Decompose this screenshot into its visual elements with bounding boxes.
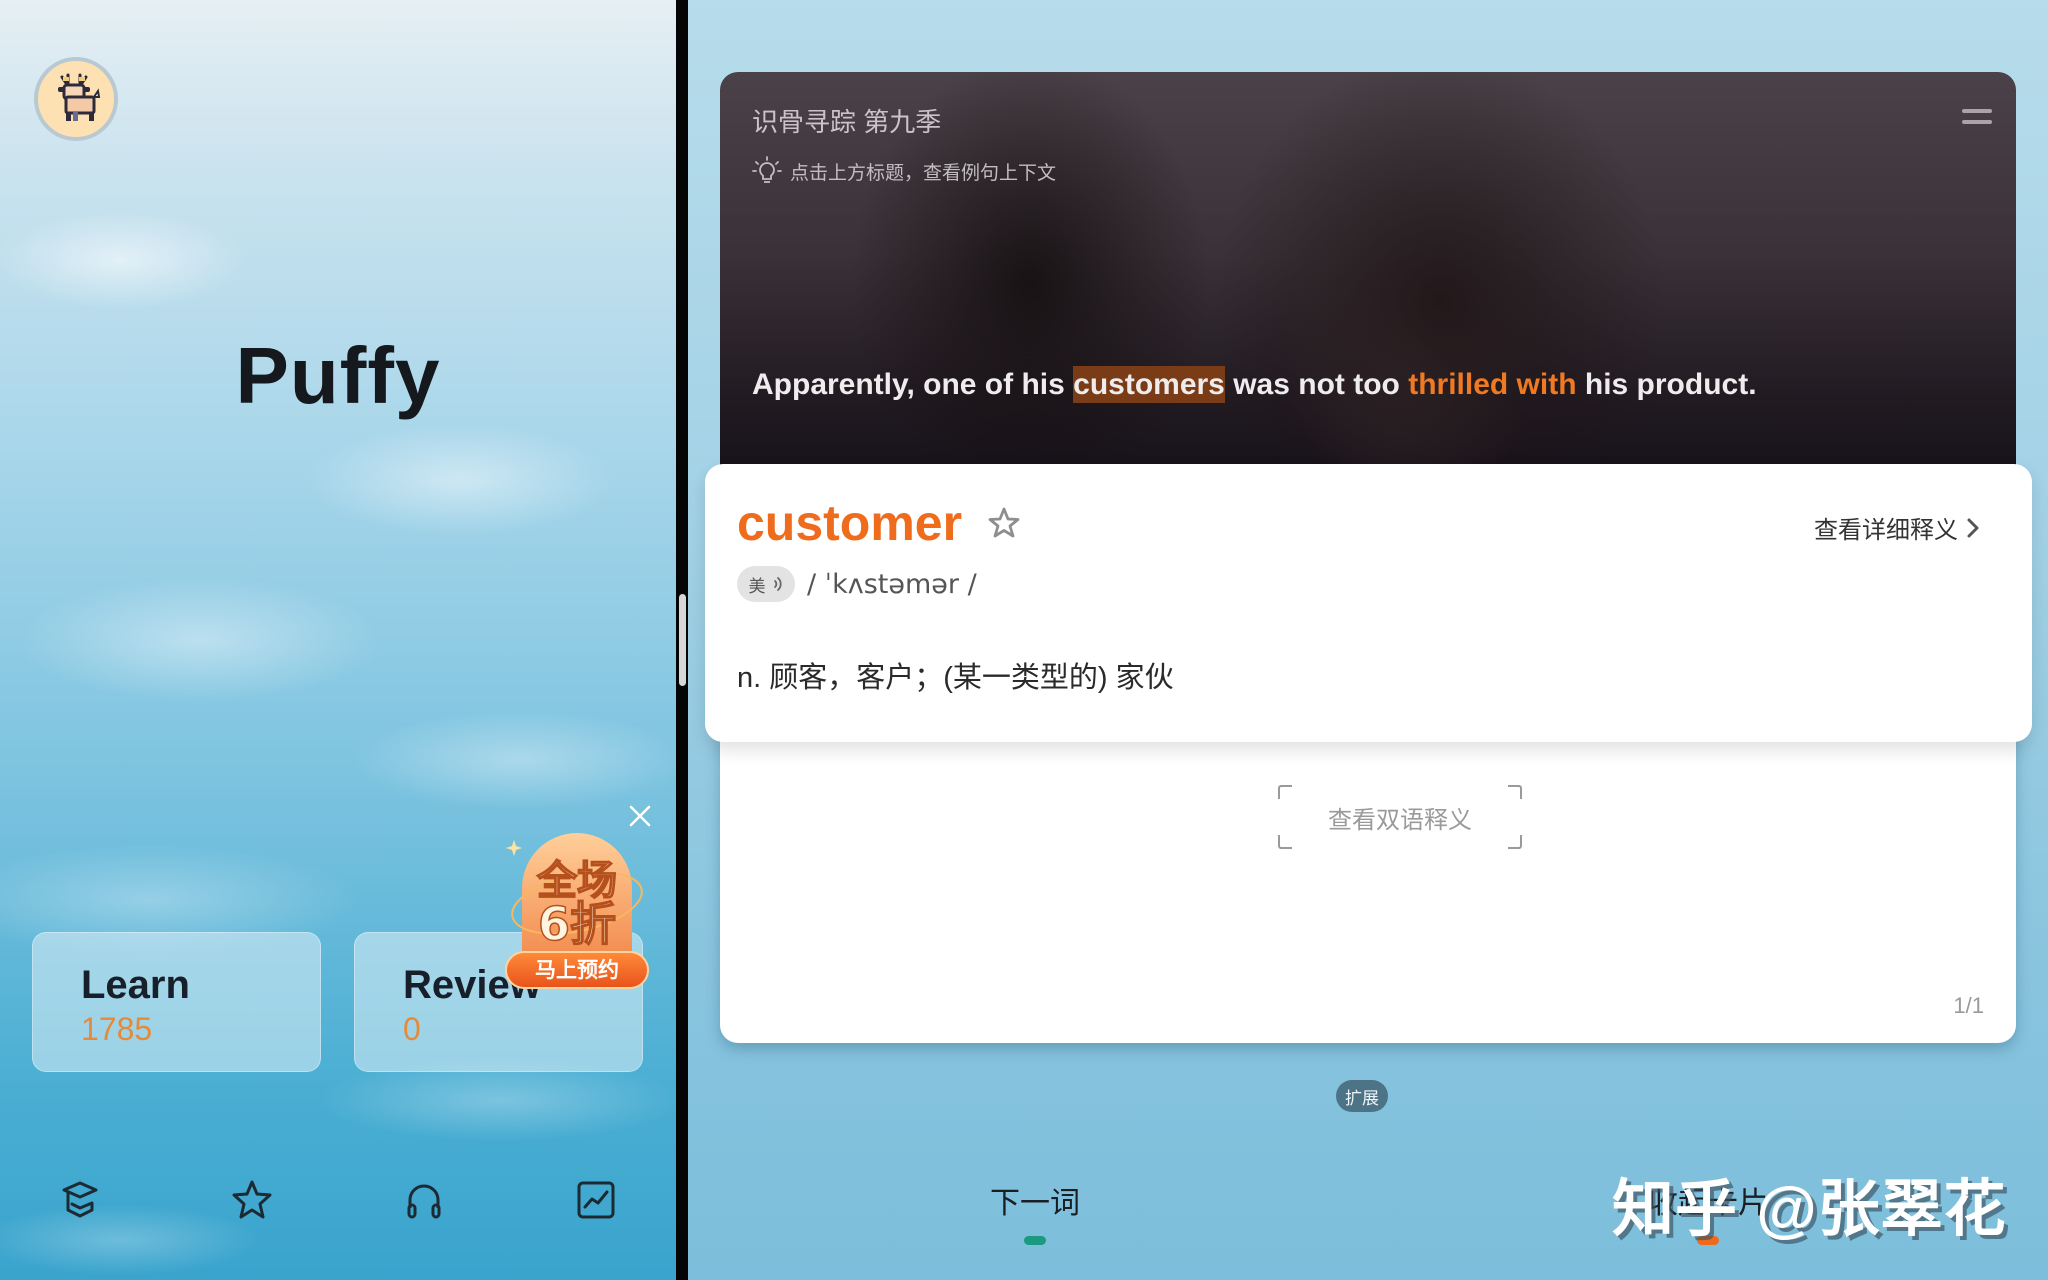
graduation-cap-icon: [62, 1181, 98, 1218]
nav-favorites[interactable]: [228, 1176, 276, 1224]
page-indicator: 1/1: [1953, 993, 1984, 1018]
promo-graphic: 全场 6折 马上预约: [505, 833, 649, 989]
next-word-label: 下一词: [990, 1187, 1080, 1220]
word-card: customer 查看详细释义 美 / ˈkʌstəmər / n. 顾客，客户…: [705, 464, 2032, 742]
sentence-phrase[interactable]: thrilled with: [1408, 368, 1576, 401]
nav-stats[interactable]: [572, 1176, 620, 1224]
learn-card[interactable]: Learn 1785: [32, 932, 321, 1072]
hint-text: 点击上方标题，查看例句上下文: [790, 162, 1057, 184]
video-hint: 点击上方标题，查看例句上下文: [752, 156, 1056, 186]
pronounce-us-button[interactable]: 美: [737, 566, 795, 602]
learn-label: Learn: [81, 963, 190, 1007]
speaker-icon: [773, 577, 782, 591]
headword: customer: [737, 495, 963, 551]
headphones-icon: [407, 1184, 441, 1219]
bilingual-label: 查看双语释义: [1328, 806, 1472, 834]
promo-close-icon[interactable]: [627, 803, 653, 829]
bracket-corner: [1278, 835, 1292, 849]
home-pane: Puffy Learn 1785 Review 0 全场 6折 马上预约: [0, 0, 676, 1280]
example-sentence: Apparently, one of his customers was not…: [752, 366, 1757, 403]
review-count: 0: [403, 1011, 421, 1047]
definition: n. 顾客，客户；(某一类型的) 家伙: [737, 662, 1174, 694]
details-label: 查看详细释义: [1814, 517, 1958, 544]
goat-icon: [58, 73, 101, 121]
app-title: Puffy: [235, 331, 441, 420]
phonetic: / ˈkʌstəmər /: [807, 568, 977, 600]
view-details-link[interactable]: 查看详细释义: [1814, 510, 1980, 545]
sentence-target-word[interactable]: customers: [1073, 366, 1225, 403]
video-title[interactable]: 识骨寻踪 第九季: [752, 102, 941, 139]
learn-count: 1785: [81, 1011, 153, 1047]
lightbulb-icon: [752, 156, 782, 183]
avatar[interactable]: [34, 57, 118, 141]
sentence-part: was not too: [1224, 368, 1409, 401]
bracket-corner: [1278, 785, 1292, 799]
split-handle[interactable]: [679, 594, 686, 686]
promo-cta: 马上预约: [535, 958, 619, 982]
chart-icon: [577, 1181, 615, 1219]
accent-label: 美: [748, 576, 766, 596]
study-pane: 识骨寻踪 第九季 点击上方标题，查看例句上下文 Apparently, one …: [688, 0, 2048, 1280]
pronunciation-row: 美 / ˈkʌstəmər /: [737, 566, 977, 602]
star-icon: [232, 1180, 272, 1219]
next-word-indicator: [1024, 1236, 1046, 1245]
promo-badge[interactable]: 全场 6折 马上预约: [500, 828, 655, 993]
watermark: 知乎 @张翠花: [1612, 1175, 2007, 1244]
card-back: 查看双语释义 1/1: [720, 700, 2016, 1043]
sentence-part: Apparently, one of his: [752, 368, 1074, 401]
sentence-part: his product.: [1576, 368, 1757, 401]
promo-line2: 6折: [538, 897, 616, 951]
next-word-button[interactable]: 下一词: [990, 1178, 1080, 1245]
bilingual-definition-button[interactable]: 查看双语释义: [1278, 785, 1522, 849]
video-context-panel: 识骨寻踪 第九季 点击上方标题，查看例句上下文 Apparently, one …: [720, 72, 2016, 472]
bracket-corner: [1508, 785, 1522, 799]
menu-icon[interactable]: [1962, 106, 1992, 128]
chevron-right-icon: [1967, 518, 1979, 537]
nav-learn[interactable]: [56, 1176, 104, 1224]
nav-listen[interactable]: [400, 1176, 448, 1224]
favorite-star-icon[interactable]: [987, 506, 1021, 540]
bracket-corner: [1508, 835, 1522, 849]
expand-button[interactable]: 扩展: [1336, 1080, 1388, 1112]
